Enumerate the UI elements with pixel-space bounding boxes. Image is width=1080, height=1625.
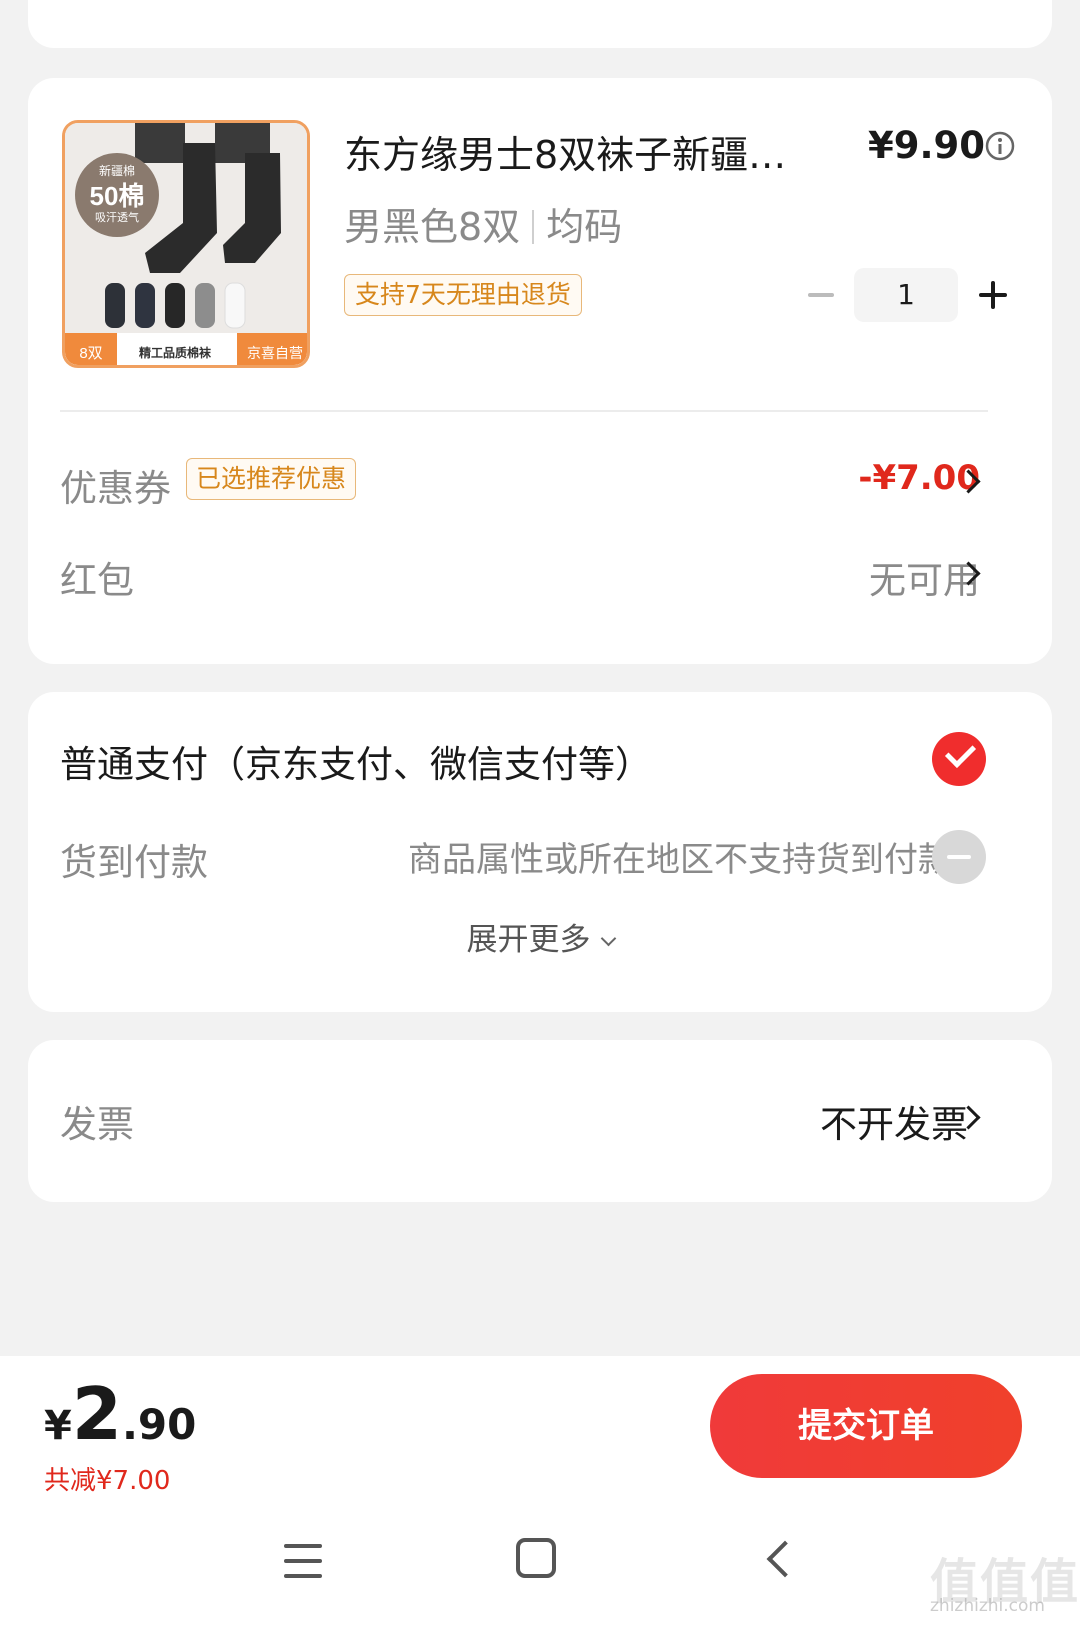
back-icon[interactable] — [762, 1542, 792, 1576]
total-integer: 2 — [71, 1372, 122, 1456]
return-policy-badge: 支持7天无理由退货 — [344, 274, 582, 316]
expand-more-button[interactable]: 展开更多 — [28, 914, 1052, 959]
total-decimal: .90 — [121, 1400, 197, 1449]
count-text: 8双 — [79, 345, 102, 362]
brand-text: 京喜自营 — [247, 345, 303, 361]
payment-card: 普通支付（京东支付、微信支付等） 货到付款 商品属性或所在地区不支持货到付款 展… — [28, 692, 1052, 1012]
coupon-chevron-icon[interactable] — [960, 468, 976, 494]
product-card: 新疆棉 50棉 吸汗透气 8双 精工品质棉袜 京喜自营 东方缘男士8双袜子新疆…… — [28, 78, 1052, 664]
cod-label: 货到付款 — [60, 841, 208, 884]
red-packet-label: 红包 — [60, 559, 134, 602]
badge-sub-text: 吸汗透气 — [95, 210, 139, 224]
invoice-value[interactable]: 不开发票 — [820, 1094, 968, 1148]
product-image[interactable]: 新疆棉 50棉 吸汗透气 8双 精工品质棉袜 京喜自营 — [62, 120, 310, 368]
spec-size: 均码 — [546, 205, 623, 249]
divider — [60, 410, 988, 412]
home-icon[interactable] — [516, 1538, 556, 1578]
submit-order-button[interactable]: 提交订单 — [710, 1374, 1022, 1478]
quantity-input[interactable]: 1 — [854, 268, 958, 322]
currency-symbol: ¥ — [44, 1403, 72, 1449]
product-spec[interactable]: 男黑色8双 均码 — [344, 196, 622, 251]
product-title[interactable]: 东方缘男士8双袜子新疆… — [344, 124, 814, 179]
product-price: ¥9.90 — [868, 124, 986, 167]
previous-card — [28, 0, 1052, 48]
cod-unavailable-text: 商品属性或所在地区不支持货到付款 — [408, 840, 952, 880]
coupon-selected-badge: 已选推荐优惠 — [186, 458, 357, 500]
red-packet-chevron-icon[interactable] — [960, 560, 976, 586]
invoice-chevron-icon[interactable] — [960, 1104, 976, 1130]
chevron-down-icon — [600, 930, 616, 947]
invoice-label: 发票 — [60, 1103, 134, 1146]
watermark-url: zhizhizhi.com — [930, 1596, 1045, 1616]
spec-separator — [532, 210, 535, 244]
disabled-icon — [932, 830, 986, 884]
expand-more-label: 展开更多 — [466, 922, 591, 958]
selected-check-icon[interactable] — [932, 732, 986, 786]
spec-color: 男黑色8双 — [344, 205, 521, 249]
normal-payment-label[interactable]: 普通支付（京东支付、微信支付等） — [60, 734, 652, 788]
invoice-card[interactable]: 发票 不开发票 — [28, 1040, 1052, 1202]
menu-icon[interactable] — [284, 1544, 322, 1578]
system-navigation-bar — [0, 1488, 1080, 1625]
badge-top-text: 新疆棉 — [99, 163, 135, 178]
badge-main-text: 50棉 — [90, 181, 145, 211]
total-price: ¥2.90 — [44, 1372, 196, 1456]
info-icon[interactable] — [984, 130, 1016, 162]
quantity-decrease-button[interactable] — [804, 278, 838, 312]
socks-illustration: 新疆棉 50棉 吸汗透气 8双 精工品质棉袜 京喜自营 — [65, 123, 307, 365]
coupon-label: 优惠券 — [60, 467, 171, 510]
quality-text: 精工品质棉袜 — [139, 345, 212, 360]
quantity-increase-button[interactable] — [976, 278, 1010, 312]
